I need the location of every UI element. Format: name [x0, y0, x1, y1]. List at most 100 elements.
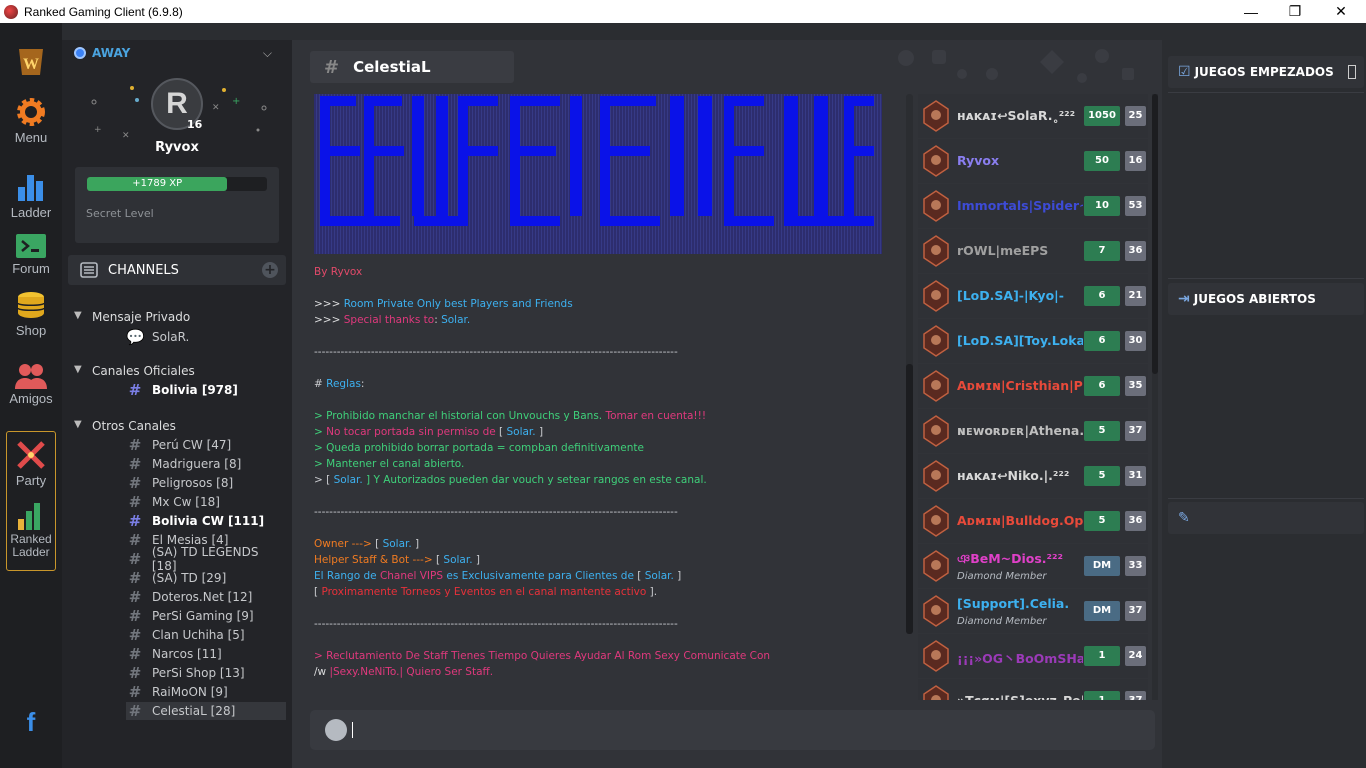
user-row[interactable]: Ryvox 50 16: [918, 139, 1148, 183]
facebook-icon[interactable]: f: [0, 707, 62, 738]
user-name: ¡¡¡»OG丶BoOmSHaKa: [957, 651, 1083, 666]
room-name: CelestiaL: [353, 58, 431, 76]
msg-text: [: [633, 570, 645, 582]
user-row[interactable]: ʜᴀᴋᴀɪ↩SolaR.˳²²² 1050 25: [918, 94, 1148, 138]
user-row[interactable]: rOWL|meEPS 7 36: [918, 229, 1148, 273]
user-row[interactable]: [Support].Celia. Diamond Member DM 37: [918, 589, 1148, 633]
user-list-scrollbar[interactable]: [1152, 94, 1158, 700]
msg-text: Room Private Only best Players and Frien…: [343, 298, 573, 310]
level-badge: 16: [187, 118, 203, 131]
channel-item[interactable]: # Peligrosos [8]: [126, 474, 286, 492]
crossed-swords-icon: [17, 441, 45, 469]
hash-icon: #: [128, 493, 142, 511]
channel-label: Madriguera [8]: [152, 457, 242, 471]
scrollbar-thumb[interactable]: [906, 364, 913, 634]
channel-item[interactable]: # Clan Uchiha [5]: [126, 626, 286, 644]
channel-item-selected[interactable]: # CelestiaL [28]: [126, 702, 286, 720]
chat-scrollbar[interactable]: [906, 94, 913, 634]
create-game-button[interactable]: ✎: [1168, 502, 1364, 534]
game-logo-icon[interactable]: W: [0, 45, 62, 81]
user-row[interactable]: Immortals|Spider~M1053: [918, 184, 1148, 228]
message-input[interactable]: [310, 710, 1155, 750]
channel-item[interactable]: # Narcos [11]: [126, 645, 286, 663]
group-private[interactable]: ▼ Mensaje Privado: [74, 310, 190, 324]
status-selector[interactable]: AWAY: [74, 46, 130, 60]
user-badge-level: 37: [1125, 421, 1146, 441]
channel-item[interactable]: # PerSi Gaming [9]: [126, 607, 286, 625]
divider: ----------------------------------------…: [314, 618, 678, 630]
section-juegos-empezados[interactable]: ☑ JUEGOS EMPEZADOS: [1168, 56, 1364, 88]
xp-card: +1789 XP Secret Level: [75, 167, 279, 243]
user-row[interactable]: Aᴅᴍɪɴ|Bulldog.Op 5 36: [918, 499, 1148, 543]
user-name: Immortals|Spider~M: [957, 198, 1083, 213]
user-badge-level: 53: [1125, 196, 1146, 216]
divider: [1168, 278, 1364, 279]
hash-icon: #: [128, 474, 142, 492]
maximize-button[interactable]: ❐: [1272, 0, 1318, 23]
user-row[interactable]: [LoD.SA]-|Kyo|- 6 21: [918, 274, 1148, 318]
section-juegos-abiertos[interactable]: ⇥ JUEGOS ABIERTOS: [1168, 283, 1364, 315]
channel-private-solar[interactable]: 💬 SolaR.: [126, 328, 286, 346]
hash-icon: #: [128, 626, 142, 644]
nav-ranked-ladder[interactable]: Ranked Ladder: [0, 501, 62, 559]
edit-icon: ✎: [1178, 510, 1190, 526]
channel-item[interactable]: # Mx Cw [18]: [126, 493, 286, 511]
channel-label: Bolivia [978]: [152, 383, 238, 397]
nav-shop[interactable]: Shop: [0, 291, 62, 338]
toggle-icon[interactable]: [1348, 65, 1356, 79]
channel-label: CelestiaL [28]: [152, 704, 236, 718]
minimize-button[interactable]: —: [1228, 0, 1274, 23]
channel-item[interactable]: # RaiMoON [9]: [126, 683, 286, 701]
status-dot-icon: [74, 47, 86, 59]
username: Ryvox: [155, 140, 199, 155]
user-row[interactable]: Aᴅᴍɪɴ|Cristhian|Pe 6 35: [918, 364, 1148, 408]
svg-text:+: +: [94, 125, 102, 135]
emoji-icon[interactable]: [325, 719, 347, 741]
user-row[interactable]: »Tєαм|[S]exyz_Pe|E1 37: [918, 679, 1148, 700]
channel-item[interactable]: # (SA) TD [29]: [126, 569, 286, 587]
msg-text: ] Y Autorizados pueden dar vouch y setea…: [362, 474, 707, 486]
hash-icon: #: [128, 455, 142, 473]
group-oficiales[interactable]: ▼ Canales Oficiales: [74, 364, 195, 378]
nav-menu[interactable]: Menu: [0, 96, 62, 145]
nav-shop-label: Shop: [15, 323, 47, 338]
group-otros[interactable]: ▼ Otros Canales: [74, 419, 176, 433]
nav-party[interactable]: Party: [0, 439, 62, 488]
user-badge-primary: 7: [1084, 241, 1120, 261]
channel-item[interactable]: # Madriguera [8]: [126, 455, 286, 473]
user-badge-primary: 5: [1084, 511, 1120, 531]
chevron-down-icon: ▼: [74, 364, 82, 375]
user-row[interactable]: ɴᴇᴡᴏʀᴅᴇʀ|Athena. 5 37: [918, 409, 1148, 453]
add-channel-button[interactable]: +: [262, 262, 278, 278]
user-row[interactable]: ¡¡¡»OG丶BoOmSHaKa124: [918, 634, 1148, 678]
channel-label: PerSi Shop [13]: [152, 666, 245, 680]
title-bar: Ranked Gaming Client (6.9.8) — ❐ ✕: [0, 0, 1366, 23]
chevron-down-icon[interactable]: ⌵: [263, 46, 272, 61]
channel-label: Mx Cw [18]: [152, 495, 220, 509]
nav-forum[interactable]: Forum: [0, 233, 62, 276]
message-list: By Ryvox >>> Room Private Only best Play…: [314, 94, 884, 698]
channel-item[interactable]: # Doteros.Net [12]: [126, 588, 286, 606]
nav-amigos[interactable]: Amigos: [0, 363, 62, 406]
user-badge-level: 24: [1125, 646, 1146, 666]
hero-portrait-icon: [923, 370, 949, 402]
channel-item[interactable]: # Perú CW [47]: [126, 436, 286, 454]
user-row[interactable]: ঞBeM~Dios.²²² Diamond Member DM 33: [918, 544, 1148, 588]
channel-item[interactable]: # PerSi Shop [13]: [126, 664, 286, 682]
msg-text: |Sexy.NeNiTo.|: [329, 666, 404, 678]
msg-text: Quiero Ser Staff.: [403, 666, 494, 678]
close-button[interactable]: ✕: [1318, 0, 1364, 23]
chat-area: # CelestiaL By Ryvox >>> Room Private Onl…: [292, 40, 1162, 768]
user-row[interactable]: [LoD.SA][Toy.Lokazo630: [918, 319, 1148, 363]
user-row[interactable]: ʜᴀᴋᴀɪ↩Niko.|.²²² 5 31: [918, 454, 1148, 498]
channel-item[interactable]: # (SA) TD LEGENDS [18]: [126, 545, 286, 573]
chevron-down-icon: ▼: [74, 310, 82, 321]
nav-ladder[interactable]: Ladder: [0, 171, 62, 220]
user-badge-primary: DM: [1084, 556, 1120, 576]
nav-menu-label: Menu: [14, 130, 48, 145]
user-badge-level: 36: [1125, 241, 1146, 261]
channel-item[interactable]: # Bolivia CW [111]: [126, 512, 286, 530]
channel-label: (SA) TD [29]: [152, 571, 227, 585]
channel-bolivia[interactable]: # Bolivia [978]: [126, 381, 286, 399]
room-tab[interactable]: # CelestiaL: [310, 51, 514, 83]
